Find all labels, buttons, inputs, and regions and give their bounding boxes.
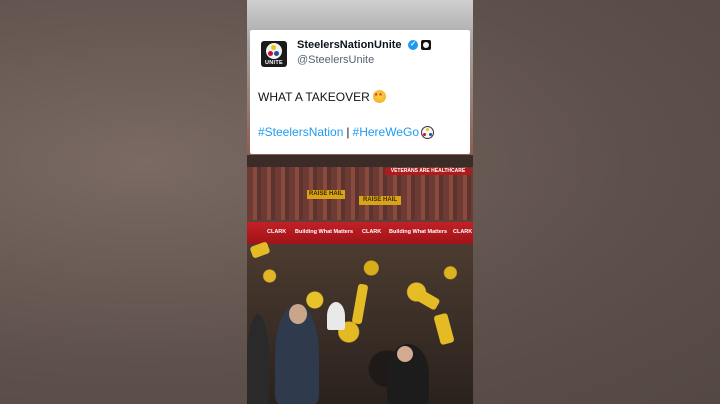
crowd [247, 241, 473, 404]
hashtag-line: #SteelersNation | #HereWeGo [258, 125, 434, 139]
steelers-logo-icon [421, 126, 434, 139]
terrible-towel [415, 289, 441, 311]
led-ribbon-board: CLARK Building What Matters CLARK Buildi… [247, 222, 473, 244]
hashtag-separator: | [346, 125, 350, 139]
hashtag-link[interactable]: #SteelersNation [258, 125, 343, 139]
terrible-towel [351, 283, 369, 325]
fan [247, 314, 269, 404]
tweet-card[interactable]: UNITE SteelersNationUnite ✓ @SteelersUni… [250, 30, 470, 154]
user-handle[interactable]: @SteelersUnite [297, 54, 374, 66]
ribbon-text: CLARK [453, 229, 473, 235]
tweet-text: WHAT A TAKEOVER [258, 90, 370, 104]
ribbon-text: Building What Matters [389, 229, 448, 235]
ribbon-text: CLARK [267, 229, 287, 235]
display-name[interactable]: SteelersNationUnite [297, 39, 402, 51]
fan-head [289, 304, 307, 324]
veterans-banner: VETERANS ARE HEALTHCARE [385, 168, 471, 175]
terrible-towel [433, 312, 455, 346]
ribbon-text: Building What Matters [295, 229, 354, 235]
hashtag-link[interactable]: #HereWeGo [353, 125, 419, 139]
tweet-body: WHAT A TAKEOVER [258, 90, 386, 104]
steelers-affiliate-badge-icon [421, 40, 431, 50]
profile-avatar[interactable]: UNITE [261, 41, 287, 67]
stadium-roofline [247, 155, 473, 167]
terrible-towel [249, 241, 271, 259]
raise-hail-sign: RAISE HAIL [359, 196, 401, 205]
fan-head [397, 346, 413, 362]
ribbon-text: CLARK [362, 229, 382, 235]
avatar-label: UNITE [265, 60, 283, 66]
fan [327, 302, 345, 330]
steelers-logo-icon [266, 43, 282, 59]
star-struck-emoji-icon [372, 90, 386, 103]
raise-hail-sign: RAISE HAIL [307, 190, 345, 199]
verified-badge-icon: ✓ [408, 40, 418, 50]
